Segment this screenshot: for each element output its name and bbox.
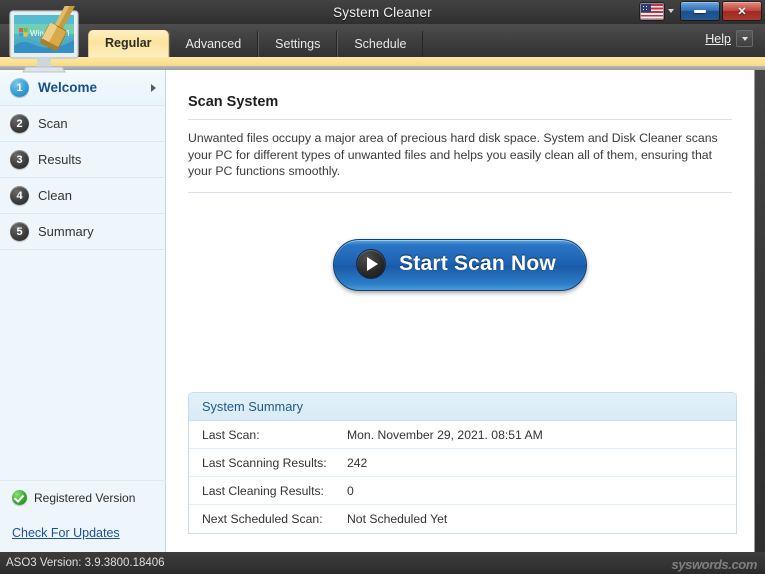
table-row: Last Scan: Mon. November 29, 2021. 08:51… bbox=[189, 421, 736, 449]
sidebar-item-label: Results bbox=[38, 152, 81, 167]
registered-status: Registered Version bbox=[0, 480, 166, 514]
minimize-icon bbox=[694, 10, 706, 13]
sidebar-item-summary[interactable]: 5 Summary bbox=[0, 214, 165, 250]
tab-regular[interactable]: Regular bbox=[88, 30, 169, 57]
app-body: 1 Welcome 2 Scan 3 Results 4 Clean 5 Sum… bbox=[0, 70, 755, 552]
tab-schedule[interactable]: Schedule bbox=[337, 31, 423, 57]
start-scan-button[interactable]: Start Scan Now bbox=[333, 239, 587, 291]
application-window: System Cleaner ✕ aso Regular Advanced Se… bbox=[0, 0, 765, 574]
sidebar-item-label: Clean bbox=[38, 188, 72, 203]
tab-list: Regular Advanced Settings Schedule bbox=[88, 24, 423, 57]
step-number-badge: 3 bbox=[10, 150, 29, 169]
table-row: Last Scanning Results: 242 bbox=[189, 449, 736, 477]
step-number-badge: 4 bbox=[10, 186, 29, 205]
row-value: Mon. November 29, 2021. 08:51 AM bbox=[347, 428, 543, 442]
chevron-right-icon bbox=[151, 84, 156, 92]
version-text: ASO3 Version: 3.9.3800.18406 bbox=[0, 557, 165, 569]
status-bar: ASO3 Version: 3.9.3800.18406 syswords.co… bbox=[0, 552, 765, 574]
sidebar-item-label: Scan bbox=[38, 116, 68, 131]
sidebar-item-scan[interactable]: 2 Scan bbox=[0, 106, 165, 142]
start-scan-wrap: Start Scan Now bbox=[188, 239, 732, 291]
minimize-button[interactable] bbox=[681, 2, 719, 20]
row-label: Next Scheduled Scan: bbox=[189, 512, 347, 526]
tab-strip: aso Regular Advanced Settings Schedule H… bbox=[0, 24, 765, 57]
accent-band bbox=[0, 57, 765, 66]
window-title: System Cleaner bbox=[333, 5, 432, 20]
start-scan-label: Start Scan Now bbox=[399, 252, 556, 276]
system-summary-panel: System Summary Last Scan: Mon. November … bbox=[188, 392, 737, 534]
help-dropdown-button[interactable] bbox=[736, 30, 753, 47]
tab-settings[interactable]: Settings bbox=[258, 31, 337, 57]
flag-canton bbox=[641, 4, 651, 12]
chevron-down-icon bbox=[742, 37, 748, 41]
system-summary-title: System Summary bbox=[202, 399, 303, 414]
sidebar-item-results[interactable]: 3 Results bbox=[0, 142, 165, 178]
check-updates-link[interactable]: Check For Updates bbox=[12, 526, 120, 540]
sidebar-item-clean[interactable]: 4 Clean bbox=[0, 178, 165, 214]
table-row: Last Cleaning Results: 0 bbox=[189, 477, 736, 505]
help-area: Help bbox=[705, 30, 753, 47]
tab-advanced[interactable]: Advanced bbox=[169, 31, 259, 57]
step-number-badge: 2 bbox=[10, 114, 29, 133]
description-divider bbox=[188, 192, 732, 193]
row-value: 0 bbox=[347, 484, 354, 498]
close-button[interactable]: ✕ bbox=[723, 2, 761, 20]
step-number-badge: 5 bbox=[10, 222, 29, 241]
sidebar-item-label: Welcome bbox=[38, 80, 97, 95]
title-bar: System Cleaner ✕ bbox=[0, 0, 765, 24]
check-updates-row: Check For Updates bbox=[0, 514, 166, 552]
window-controls: ✕ bbox=[640, 2, 761, 20]
play-icon bbox=[356, 249, 386, 279]
row-value: 242 bbox=[347, 456, 367, 470]
row-value: Not Scheduled Yet bbox=[347, 512, 447, 526]
system-summary-header: System Summary bbox=[189, 393, 736, 421]
sidebar-item-label: Summary bbox=[38, 224, 94, 239]
close-icon: ✕ bbox=[737, 5, 746, 18]
row-label: Last Scanning Results: bbox=[189, 456, 347, 470]
green-check-icon bbox=[12, 490, 27, 505]
page-description: Unwanted files occupy a major area of pr… bbox=[188, 120, 732, 192]
table-row: Next Scheduled Scan: Not Scheduled Yet bbox=[189, 505, 736, 533]
registered-label: Registered Version bbox=[34, 491, 135, 505]
page-title: Scan System bbox=[188, 94, 732, 110]
chevron-down-icon[interactable] bbox=[668, 9, 674, 13]
sidebar-footer: Registered Version Check For Updates bbox=[0, 480, 166, 552]
play-triangle bbox=[367, 257, 378, 271]
sidebar: 1 Welcome 2 Scan 3 Results 4 Clean 5 Sum… bbox=[0, 70, 166, 552]
row-label: Last Scan: bbox=[189, 428, 347, 442]
main-content: Scan System Unwanted files occupy a majo… bbox=[166, 70, 754, 552]
monitor-broom-icon: WindowsVi bbox=[4, 6, 96, 78]
step-number-badge: 1 bbox=[10, 78, 29, 97]
us-flag-icon[interactable] bbox=[640, 3, 664, 20]
row-label: Last Cleaning Results: bbox=[189, 484, 347, 498]
help-link[interactable]: Help bbox=[705, 32, 731, 46]
watermark: syswords.com bbox=[671, 557, 757, 572]
